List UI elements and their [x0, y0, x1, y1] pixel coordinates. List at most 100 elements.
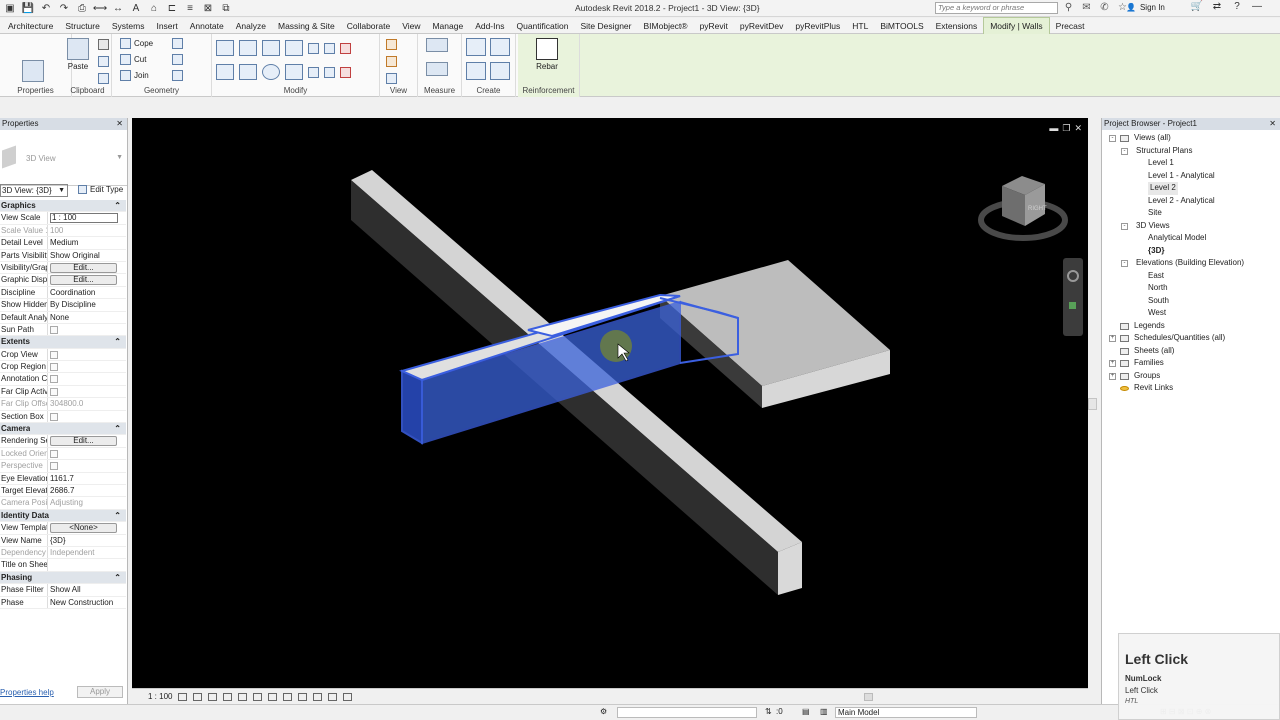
- tab-structure[interactable]: Structure: [59, 18, 106, 34]
- collapse-icon[interactable]: ⌃: [114, 572, 126, 583]
- browser-node[interactable]: South: [1102, 295, 1280, 308]
- tab-bimobject[interactable]: BIMobject®: [638, 18, 694, 34]
- property-edit-button[interactable]: <None>: [50, 523, 117, 534]
- edit-type-button[interactable]: Edit Type: [78, 185, 123, 194]
- measure-icon[interactable]: ⟷: [93, 2, 107, 14]
- property-value-cell[interactable]: Medium: [47, 237, 126, 249]
- help-icon[interactable]: ?: [1230, 1, 1244, 12]
- tab-pyrevitdev[interactable]: pyRevitDev: [734, 18, 789, 34]
- trim-extend-icon[interactable]: [285, 64, 303, 80]
- rotate-icon[interactable]: [262, 64, 280, 80]
- browser-node[interactable]: North: [1102, 282, 1280, 295]
- property-checkbox[interactable]: [50, 375, 58, 384]
- array-icon[interactable]: [324, 42, 335, 54]
- linework-icon[interactable]: [386, 73, 397, 84]
- mirror-draw-icon[interactable]: [285, 40, 303, 56]
- properties-help-link[interactable]: Properties help: [0, 688, 54, 697]
- scale-icon[interactable]: [308, 66, 319, 78]
- create-similar-icon[interactable]: [490, 62, 510, 80]
- search-input[interactable]: Type a keyword or phrase: [935, 2, 1058, 14]
- apply-button[interactable]: Apply: [77, 686, 123, 698]
- paint-icon[interactable]: [172, 54, 183, 65]
- text-icon[interactable]: A: [130, 2, 142, 14]
- property-value-cell[interactable]: <None>: [47, 522, 126, 534]
- collapse-icon[interactable]: ⌃: [114, 200, 126, 211]
- expand-icon[interactable]: +: [1109, 360, 1116, 367]
- dimension-button[interactable]: [426, 62, 448, 78]
- section-icon[interactable]: ⊏: [166, 2, 178, 14]
- collapse-icon[interactable]: -: [1121, 260, 1128, 267]
- property-value-cell[interactable]: [47, 410, 126, 423]
- property-edit-button[interactable]: Edit...: [50, 275, 117, 286]
- reveal-hidden-icon[interactable]: [313, 692, 323, 701]
- rendering-icon[interactable]: [238, 692, 248, 701]
- join-button[interactable]: Join: [120, 70, 149, 81]
- tab-bimtools[interactable]: BiMTOOLS: [874, 18, 929, 34]
- property-value-cell[interactable]: [47, 373, 126, 385]
- tab-precast[interactable]: Precast: [1050, 18, 1091, 34]
- property-value-cell[interactable]: Edit...: [47, 261, 126, 274]
- browser-node[interactable]: - Structural Plans: [1102, 145, 1280, 158]
- align-icon[interactable]: [216, 40, 234, 56]
- copy-icon[interactable]: [98, 56, 109, 67]
- undo-icon[interactable]: ↶: [40, 2, 52, 14]
- property-value-cell[interactable]: Edit...: [47, 435, 126, 447]
- design-option-dropdown[interactable]: Main Model: [835, 707, 977, 718]
- wall-joins-icon[interactable]: [172, 70, 183, 81]
- 3d-view-icon[interactable]: ⌂: [148, 2, 160, 14]
- workset-dropdown[interactable]: [617, 707, 757, 718]
- subscription-icon[interactable]: ✉: [1080, 2, 1093, 13]
- browser-node[interactable]: East: [1102, 270, 1280, 283]
- property-section[interactable]: Identity Data ⌃: [0, 509, 126, 523]
- property-value-cell[interactable]: [47, 559, 126, 571]
- tab-architecture[interactable]: Architecture: [2, 18, 59, 34]
- unpin-icon[interactable]: [324, 66, 335, 78]
- browser-node[interactable]: Sheets (all): [1102, 345, 1280, 358]
- property-value-cell[interactable]: None: [47, 311, 126, 323]
- property-value-cell[interactable]: Edit...: [47, 274, 126, 286]
- tab-analyze[interactable]: Analyze: [230, 18, 272, 34]
- hide-in-view-icon[interactable]: [386, 39, 397, 50]
- tab-site-designer[interactable]: Site Designer: [574, 18, 637, 34]
- vertical-scrollbar[interactable]: [1088, 398, 1097, 410]
- browser-node[interactable]: Level 1: [1102, 157, 1280, 170]
- zoom-icon[interactable]: [1069, 302, 1076, 309]
- property-value-cell[interactable]: Coordination: [47, 286, 126, 299]
- expand-icon[interactable]: +: [1109, 372, 1116, 380]
- close-icon[interactable]: ✕: [1269, 118, 1276, 130]
- print-icon[interactable]: ⎙: [76, 2, 88, 14]
- tab-manage[interactable]: Manage: [426, 18, 469, 34]
- minimize-icon[interactable]: ▬: [1049, 123, 1058, 134]
- rebar-button[interactable]: Rebar: [536, 38, 558, 71]
- property-value-cell[interactable]: 2686.7: [47, 484, 126, 497]
- property-section[interactable]: Extents ⌃: [0, 336, 126, 349]
- tab-pyrevit[interactable]: pyRevit: [694, 18, 734, 34]
- property-value-cell[interactable]: New Construction: [47, 596, 126, 608]
- save-icon[interactable]: 💾: [22, 2, 34, 14]
- horizontal-scrollbar[interactable]: [864, 693, 873, 701]
- collapse-icon[interactable]: -: [1109, 135, 1116, 142]
- browser-node[interactable]: - Views (all): [1102, 132, 1280, 145]
- collapse-icon[interactable]: ⌃: [114, 510, 126, 521]
- browser-node[interactable]: Legends: [1102, 320, 1280, 333]
- property-checkbox[interactable]: [50, 387, 58, 396]
- property-value-cell[interactable]: [47, 348, 126, 361]
- tab-view[interactable]: View: [396, 18, 426, 34]
- close-icon[interactable]: ✕: [116, 118, 123, 130]
- browser-node[interactable]: + Schedules/Quantities (all): [1102, 332, 1280, 345]
- move-icon[interactable]: [216, 64, 234, 80]
- override-graphics-icon[interactable]: [386, 56, 397, 67]
- temporary-hide-icon[interactable]: [298, 692, 308, 701]
- property-value-cell[interactable]: By Discipline: [47, 299, 126, 311]
- visual-style-icon[interactable]: [193, 692, 203, 701]
- tab-quantification[interactable]: Quantification: [510, 18, 574, 34]
- offset-icon[interactable]: [239, 40, 257, 56]
- split-face-icon[interactable]: [172, 38, 183, 49]
- tab-pyrevitplus[interactable]: pyRevitPlus: [789, 18, 846, 34]
- property-input[interactable]: 1 : 100: [50, 213, 118, 224]
- cut-clipboard-icon[interactable]: [98, 39, 109, 50]
- crop-region-icon[interactable]: [268, 692, 278, 701]
- tab-collaborate[interactable]: Collaborate: [341, 18, 396, 34]
- browser-node[interactable]: Site: [1102, 207, 1280, 220]
- browser-node[interactable]: Level 1 - Analytical: [1102, 170, 1280, 183]
